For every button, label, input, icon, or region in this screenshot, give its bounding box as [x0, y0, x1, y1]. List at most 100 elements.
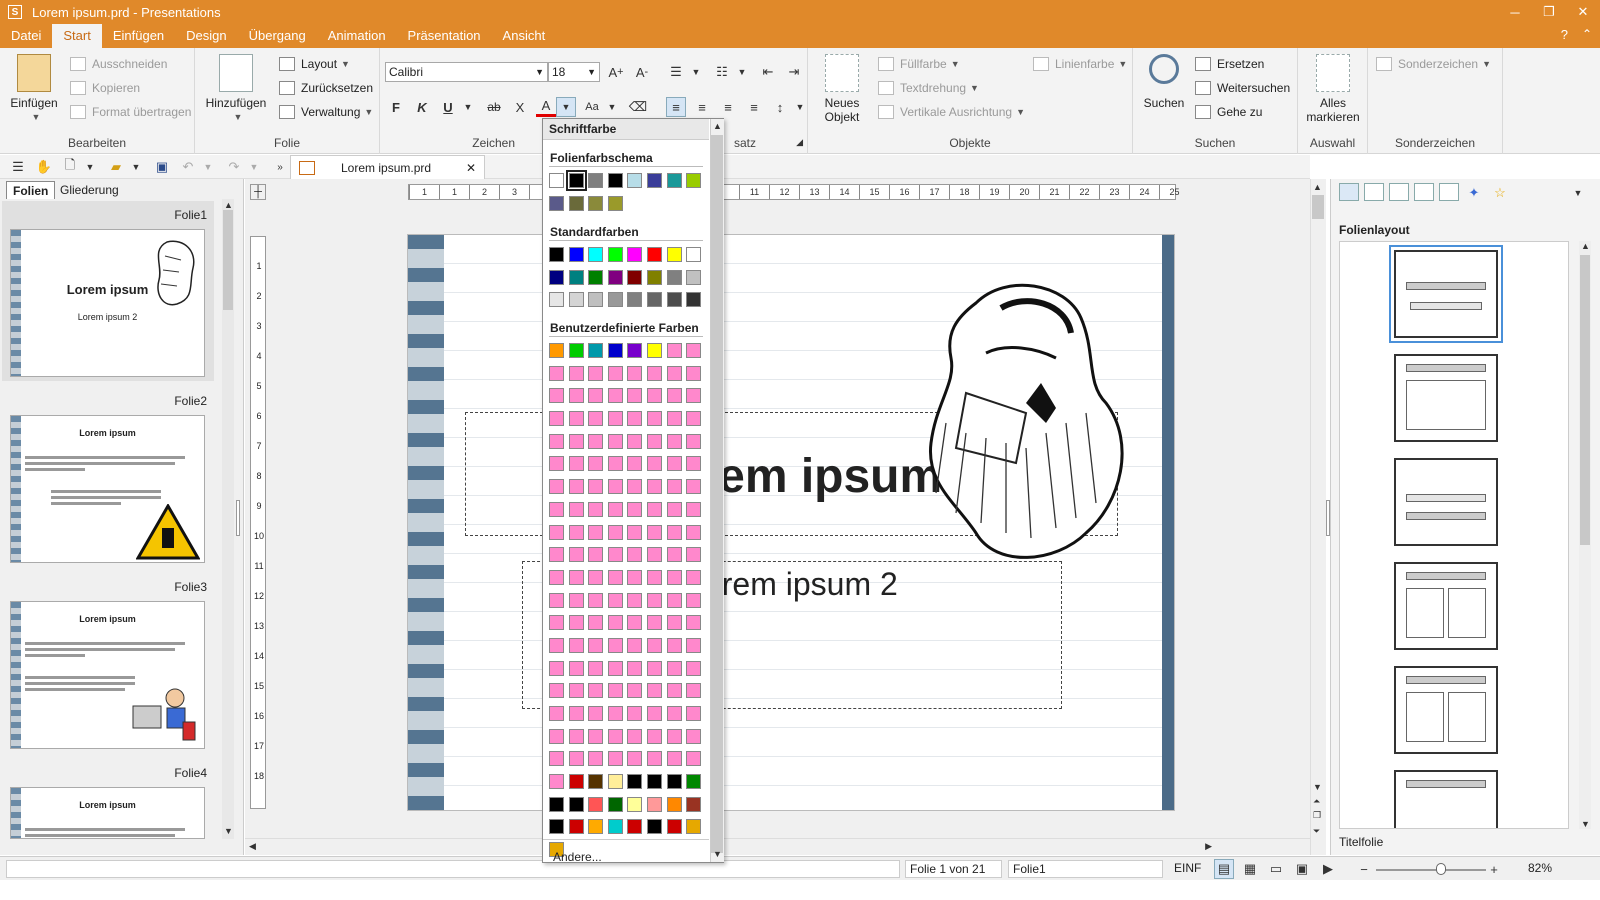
chevron-down-icon[interactable]: ▼ — [244, 157, 264, 177]
scroll-down-icon[interactable]: ▼ — [1313, 782, 1322, 792]
slide-thumbnail-1[interactable]: Lorem ipsum Lorem ipsum 2 — [10, 229, 205, 377]
color-swatch[interactable] — [607, 751, 623, 767]
color-swatch[interactable] — [627, 388, 643, 404]
color-swatch[interactable] — [549, 173, 564, 188]
color-swatch[interactable] — [607, 569, 623, 585]
bold-button[interactable]: F — [386, 97, 406, 117]
clear-x-button[interactable]: X — [510, 97, 530, 117]
color-swatch[interactable] — [666, 637, 682, 653]
color-swatch[interactable] — [666, 292, 682, 308]
redo-icon[interactable]: ↷ — [224, 157, 244, 177]
layout-title-only[interactable] — [1394, 770, 1498, 828]
vertical-ruler[interactable]: 1 2 3 4 5 6 7 8 9 10 11 12 13 14 15 16 17 18 — [250, 236, 266, 809]
indent-decrease-icon[interactable]: ⇤ — [758, 62, 778, 82]
color-swatch[interactable] — [686, 547, 702, 563]
color-swatch[interactable] — [588, 433, 604, 449]
color-swatch[interactable] — [666, 524, 682, 540]
chevron-down-icon[interactable]: ▼ — [602, 97, 622, 117]
color-swatch[interactable] — [666, 547, 682, 563]
color-swatch[interactable] — [666, 774, 682, 790]
font-name-combo[interactable]: Calibri ▼ — [385, 62, 548, 82]
zoom-level[interactable]: 82% — [1512, 860, 1552, 878]
color-swatch[interactable] — [646, 411, 662, 427]
underline-button[interactable]: U — [438, 97, 458, 117]
color-swatch[interactable] — [666, 411, 682, 427]
scroll-up-icon[interactable]: ▲ — [1313, 182, 1322, 192]
color-swatch[interactable] — [646, 706, 662, 721]
color-swatch[interactable] — [607, 365, 623, 381]
color-view-icon[interactable] — [1389, 183, 1409, 201]
handout-view-icon[interactable]: ▣ — [1292, 859, 1312, 879]
color-swatch[interactable] — [568, 388, 584, 404]
color-swatch[interactable] — [588, 706, 604, 721]
color-swatch[interactable] — [568, 479, 584, 495]
bullets-icon[interactable]: ☰ — [666, 62, 686, 82]
color-swatch[interactable] — [549, 456, 564, 472]
minimize-button[interactable]: ─ — [1498, 0, 1532, 24]
color-swatch[interactable] — [588, 683, 604, 699]
color-swatch[interactable] — [627, 411, 643, 427]
color-swatch[interactable] — [568, 774, 584, 790]
color-swatch[interactable] — [627, 569, 643, 585]
color-swatch[interactable] — [686, 247, 702, 262]
clear-format-icon[interactable]: ⌫ — [628, 97, 648, 117]
color-swatch[interactable] — [646, 774, 662, 790]
left-panel-splitter[interactable] — [236, 500, 240, 536]
color-swatch[interactable] — [646, 365, 662, 381]
color-swatch[interactable] — [607, 660, 623, 676]
color-swatch[interactable] — [686, 569, 702, 585]
color-swatch[interactable] — [646, 592, 662, 608]
color-swatch[interactable] — [549, 365, 564, 381]
color-swatch[interactable] — [627, 173, 643, 188]
color-swatch[interactable] — [666, 706, 682, 721]
color-swatch[interactable] — [568, 706, 584, 721]
color-swatch[interactable] — [686, 683, 702, 699]
color-swatch[interactable] — [627, 433, 643, 449]
color-swatch[interactable] — [686, 524, 702, 540]
color-swatch[interactable] — [549, 269, 564, 285]
layout-view-icon[interactable] — [1339, 183, 1359, 201]
color-swatch[interactable] — [549, 706, 564, 721]
layout-list-scrollbar[interactable]: ▲ ▼ — [1579, 241, 1591, 829]
color-swatch[interactable] — [666, 456, 682, 472]
color-swatch[interactable] — [646, 479, 662, 495]
color-swatch[interactable] — [666, 728, 682, 744]
chevron-down-icon[interactable]: ▼ — [126, 157, 146, 177]
color-swatch[interactable] — [607, 728, 623, 744]
color-swatch[interactable] — [627, 796, 643, 812]
color-swatch[interactable] — [607, 195, 623, 211]
color-swatch[interactable] — [549, 501, 564, 517]
color-swatch[interactable] — [568, 660, 584, 676]
color-swatch[interactable] — [607, 292, 623, 308]
color-swatch[interactable] — [549, 615, 564, 631]
document-tab[interactable]: Lorem ipsum.prd ✕ — [290, 155, 485, 179]
replace-button[interactable]: Ersetzen — [1195, 53, 1264, 75]
color-swatch[interactable] — [607, 774, 623, 790]
color-swatch[interactable] — [588, 343, 604, 358]
layout-button[interactable]: Layout ▼ — [279, 53, 350, 75]
slides-panel-scroll-thumb[interactable] — [223, 210, 233, 310]
align-left-icon[interactable]: ≡ — [666, 97, 686, 117]
color-swatch[interactable] — [666, 479, 682, 495]
special-char-button[interactable]: Sonderzeichen ▼ — [1376, 53, 1491, 75]
color-swatch[interactable] — [686, 774, 702, 790]
color-swatch[interactable] — [588, 292, 604, 308]
chevron-down-icon[interactable]: ▼ — [198, 157, 218, 177]
open-folder-icon[interactable]: ▰ — [106, 157, 126, 177]
slide-thumbnail-4[interactable]: Lorem ipsum — [10, 787, 205, 839]
color-swatch[interactable] — [666, 247, 682, 262]
color-swatch[interactable] — [646, 796, 662, 812]
text-rotation-button[interactable]: Textdrehung ▼ — [878, 77, 979, 99]
color-swatch[interactable] — [588, 774, 604, 790]
color-swatch[interactable] — [646, 524, 662, 540]
color-swatch[interactable] — [686, 706, 702, 721]
design-view-icon[interactable] — [1364, 183, 1384, 201]
color-swatch[interactable] — [646, 637, 662, 653]
align-right-icon[interactable]: ≡ — [718, 97, 738, 117]
color-swatch[interactable] — [646, 819, 662, 835]
new-document-icon[interactable]: 🗋 — [60, 157, 80, 177]
color-swatch[interactable] — [549, 433, 564, 449]
paste-button[interactable]: Einfügen ▼ — [8, 54, 60, 124]
color-swatch[interactable] — [686, 796, 702, 812]
color-swatch[interactable] — [568, 501, 584, 517]
